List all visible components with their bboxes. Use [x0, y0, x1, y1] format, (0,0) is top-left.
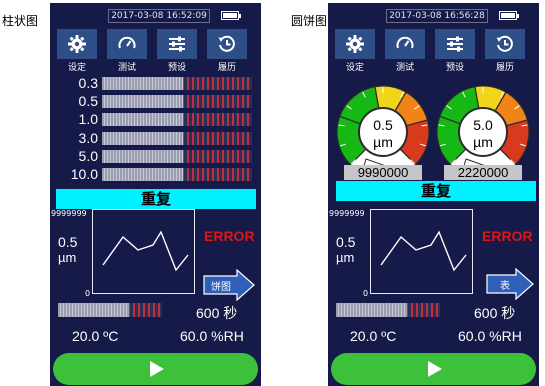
temperature-value: 20.0 ºC [350, 328, 397, 344]
trend-particle-size: 0.5 [336, 234, 356, 250]
pie-chart-screen: 2017-03-08 16:56:28 设定 测试 预设 履历 0.5 µm 5… [328, 3, 539, 386]
gauge-count-5.0um: 2220000 [444, 165, 522, 180]
nav-label-test: 测试 [117, 63, 136, 73]
trend-particle-unit: µm [336, 250, 355, 265]
nav-label-preset: 预设 [445, 63, 464, 73]
trend-y-min: 0 [363, 289, 369, 298]
history-icon [218, 35, 235, 52]
gauge-size: 5.0 [473, 117, 493, 133]
datetime-display: 2017-03-08 16:56:28 [386, 9, 488, 23]
history-button[interactable] [485, 29, 525, 59]
trend-y-max: 9999999 [329, 209, 365, 218]
progress-fill [58, 303, 129, 317]
progress-fill [336, 303, 407, 317]
sampling-progress [336, 303, 440, 317]
nav-label-preset: 预设 [167, 63, 186, 73]
bar-size-label: 5.0 [78, 147, 98, 164]
gauge-count-0.5um: 9990000 [344, 165, 422, 180]
humidity-value: 60.0 %RH [458, 328, 522, 344]
switch-to-pie-button[interactable]: 饼图 [203, 268, 255, 302]
trend-y-max: 9999999 [51, 209, 87, 218]
history-icon [496, 35, 513, 52]
gear-icon [68, 35, 86, 53]
bar-row: 5.0 [56, 147, 252, 164]
caption-bar-chart: 柱状图 [2, 14, 39, 28]
bar-size-label: 10.0 [70, 166, 98, 182]
bar-fill [102, 113, 183, 127]
switch-label: 表 [500, 281, 510, 292]
trend-line [102, 230, 189, 272]
nav-label-test: 测试 [395, 63, 414, 73]
bar-row: 3.0 [56, 129, 252, 146]
sampling-progress [58, 303, 162, 317]
test-button[interactable] [385, 29, 425, 59]
gauge-size: 0.5 [373, 117, 393, 133]
preset-button[interactable] [435, 29, 475, 59]
battery-icon [499, 11, 519, 20]
preset-button[interactable] [157, 29, 197, 59]
start-button[interactable] [331, 353, 536, 385]
bar-size-label: 3.0 [78, 129, 98, 146]
bar-chart-screen: 2017-03-08 16:52:09 设定 测试 预设 履历 0.3 0.5 1.… [50, 3, 261, 386]
bar-fill [102, 149, 183, 163]
bar-size-label: 1.0 [78, 111, 98, 128]
gauge-center: 0.5 µm [358, 107, 408, 157]
temperature-value: 20.0 ºC [72, 328, 119, 344]
trend-chart [92, 209, 195, 294]
play-icon [427, 361, 442, 377]
nav-label-history: 履历 [495, 63, 514, 73]
error-indicator: ERROR [204, 228, 255, 244]
trend-line [380, 230, 467, 272]
bar-size-label: 0.3 [78, 75, 98, 91]
sliders-icon [169, 36, 185, 52]
status-bar: 2017-03-08 16:52:09 [50, 3, 261, 29]
sampling-time: 600 秒 [196, 305, 238, 321]
sampling-time: 600 秒 [474, 305, 516, 321]
nav-label-settings: 设定 [345, 63, 364, 73]
gauge-center: 5.0 µm [458, 107, 508, 157]
switch-to-table-button[interactable]: 表 [486, 267, 534, 301]
gauge-icon [118, 36, 136, 49]
nav-label-history: 履历 [217, 63, 236, 73]
bar-fill [102, 95, 183, 109]
bar-fill [102, 131, 183, 145]
history-button[interactable] [207, 29, 247, 59]
battery-icon [221, 11, 241, 20]
status-bar: 2017-03-08 16:56:28 [328, 3, 539, 29]
gauge-icon [396, 36, 414, 49]
trend-particle-unit: µm [58, 250, 77, 265]
caption-pie-chart: 圆饼图 [291, 14, 328, 28]
bar-row: 10.0 [56, 167, 252, 182]
bar-row: 0.3 [56, 76, 252, 91]
arrow-right-icon [486, 267, 534, 301]
play-icon [149, 361, 164, 377]
gauge-unit: µm [473, 134, 493, 150]
bar-row: 1.0 [56, 112, 252, 127]
switch-label: 饼图 [211, 282, 231, 293]
trend-particle-size: 0.5 [58, 234, 78, 250]
settings-button[interactable] [57, 29, 97, 59]
sliders-icon [447, 36, 463, 52]
repeat-button[interactable]: 重复 [56, 189, 256, 209]
trend-y-min: 0 [85, 289, 91, 298]
trend-chart [370, 209, 473, 294]
nav-label-settings: 设定 [67, 63, 86, 73]
bar-fill [102, 168, 183, 181]
humidity-value: 60.0 %RH [180, 328, 244, 344]
start-button[interactable] [53, 353, 258, 385]
gear-icon [346, 35, 364, 53]
bar-fill [102, 77, 183, 90]
gauge-unit: µm [373, 134, 393, 150]
bar-size-label: 0.5 [78, 93, 98, 110]
error-indicator: ERROR [482, 228, 533, 244]
test-button[interactable] [107, 29, 147, 59]
bar-row: 0.5 [56, 94, 252, 109]
datetime-display: 2017-03-08 16:52:09 [108, 9, 210, 23]
settings-button[interactable] [335, 29, 375, 59]
repeat-button[interactable]: 重复 [336, 181, 536, 201]
